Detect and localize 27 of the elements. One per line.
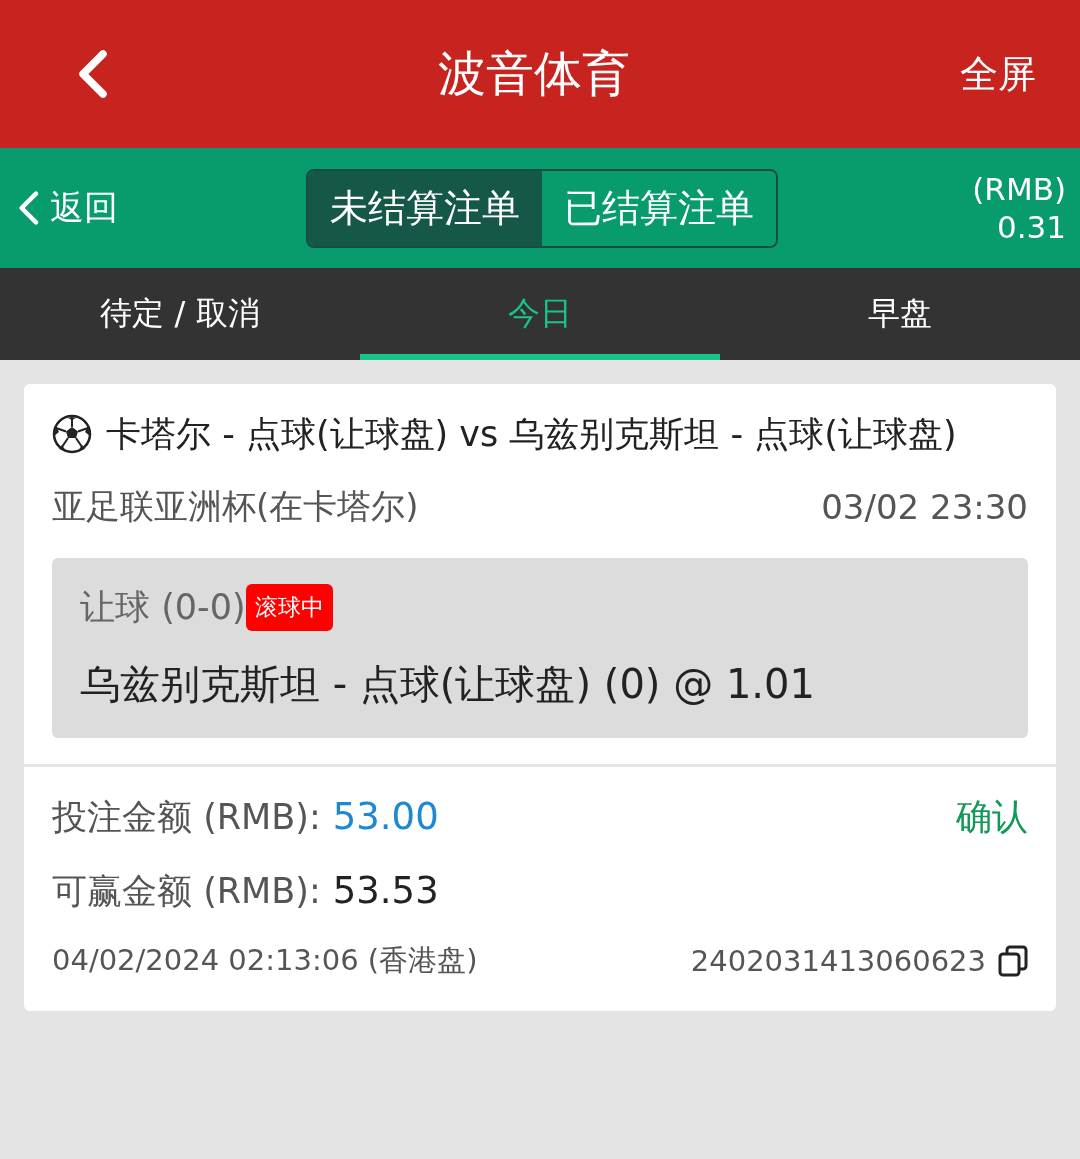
- tab[interactable]: 早盘: [720, 268, 1080, 360]
- balance-value: 0.31: [996, 208, 1066, 246]
- stake-label: 投注金额 (RMB):: [52, 797, 321, 837]
- placed-time: 04/02/2024 02:13:06 (香港盘): [52, 942, 478, 979]
- payout-value: 53.53: [332, 869, 439, 912]
- ticket-id: 2402031413060623: [690, 944, 986, 978]
- back-button[interactable]: 返回: [18, 185, 268, 231]
- back-button[interactable]: [78, 49, 108, 99]
- stake-value: 53.00: [332, 795, 439, 838]
- fullscreen-button[interactable]: 全屏: [960, 48, 1036, 100]
- market-label: 让球 (0-0): [80, 586, 246, 629]
- back-icon: [18, 190, 40, 226]
- match-title: 卡塔尔 - 点球(让球盘) vs 乌兹别克斯坦 - 点球(让球盘): [106, 413, 957, 456]
- selection-text: 乌兹别克斯坦 - 点球(让球盘) (0) @ 1.01: [80, 660, 816, 709]
- live-badge: 滚球中: [245, 584, 333, 631]
- tab[interactable]: 今日: [360, 268, 720, 360]
- payout-label: 可赢金额 (RMB):: [52, 871, 321, 911]
- tab[interactable]: 待定 / 取消: [0, 268, 360, 360]
- currency-label: (RMB): [972, 170, 1066, 208]
- bet-status: 确认: [956, 795, 1028, 839]
- soccer-ball-icon: [52, 414, 92, 454]
- segment-tab[interactable]: 未结算注单: [308, 170, 542, 246]
- page-title: 波音体育: [438, 44, 630, 103]
- copy-icon[interactable]: [998, 945, 1028, 977]
- league-name: 亚足联亚洲杯(在卡塔尔): [52, 485, 419, 528]
- back-icon: [78, 49, 108, 99]
- match-time: 03/02 23:30: [821, 487, 1028, 527]
